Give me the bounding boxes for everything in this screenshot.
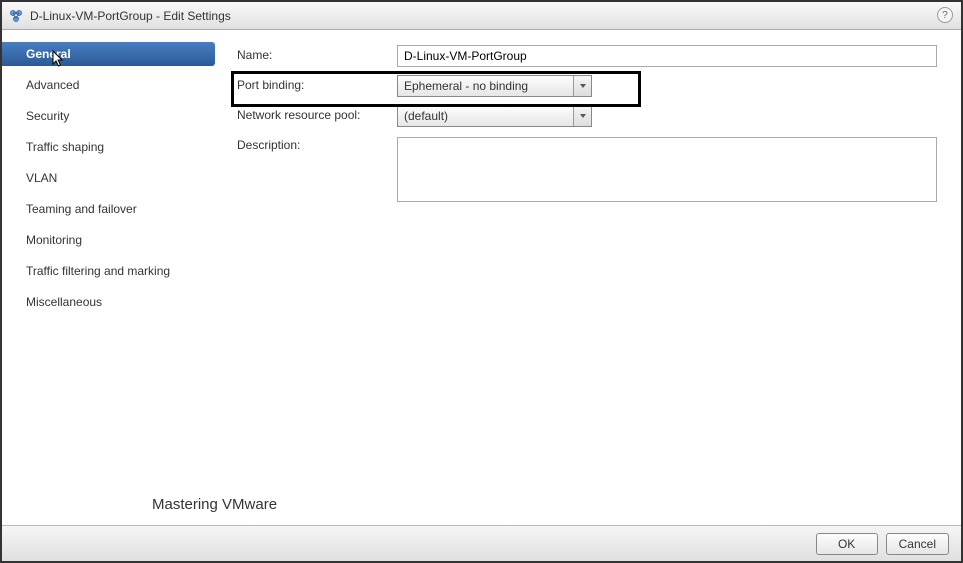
chevron-down-icon <box>573 76 591 96</box>
sidebar-item-vlan[interactable]: VLAN <box>2 166 217 190</box>
sidebar-item-label: Monitoring <box>26 233 82 247</box>
sidebar-item-advanced[interactable]: Advanced <box>2 73 217 97</box>
dialog-title: D-Linux-VM-PortGroup - Edit Settings <box>30 9 231 23</box>
sidebar: General Advanced Security Traffic shapin… <box>2 30 217 525</box>
network-pool-select[interactable]: (default) <box>397 105 592 127</box>
sidebar-item-label: VLAN <box>26 171 57 185</box>
sidebar-item-label: Miscellaneous <box>26 295 102 309</box>
sidebar-item-label: Advanced <box>26 78 79 92</box>
sidebar-item-traffic-filtering[interactable]: Traffic filtering and marking <box>2 259 217 283</box>
row-port-binding: Port binding: Ephemeral - no binding <box>237 75 941 97</box>
sidebar-item-miscellaneous[interactable]: Miscellaneous <box>2 290 217 314</box>
sidebar-item-label: General <box>26 47 71 61</box>
sidebar-item-label: Traffic shaping <box>26 140 104 154</box>
sidebar-item-security[interactable]: Security <box>2 104 217 128</box>
description-textarea[interactable] <box>397 137 937 202</box>
sidebar-item-teaming[interactable]: Teaming and failover <box>2 197 217 221</box>
port-binding-select[interactable]: Ephemeral - no binding <box>397 75 592 97</box>
name-label: Name: <box>237 45 397 62</box>
ok-button[interactable]: OK <box>816 533 878 555</box>
description-label: Description: <box>237 135 397 152</box>
sidebar-item-general[interactable]: General <box>2 42 215 66</box>
sidebar-item-monitoring[interactable]: Monitoring <box>2 228 217 252</box>
row-description: Description: <box>237 135 941 202</box>
sidebar-item-label: Teaming and failover <box>26 202 137 216</box>
port-binding-value: Ephemeral - no binding <box>398 79 573 93</box>
dialog-footer: OK Cancel <box>2 525 961 561</box>
dialog-body: General Advanced Security Traffic shapin… <box>2 30 961 525</box>
sidebar-item-traffic-shaping[interactable]: Traffic shaping <box>2 135 217 159</box>
network-pool-label: Network resource pool: <box>237 105 397 122</box>
watermark: Mastering VMware <box>152 496 277 513</box>
sidebar-item-label: Security <box>26 109 69 123</box>
cancel-button[interactable]: Cancel <box>886 533 949 555</box>
chevron-down-icon <box>573 106 591 126</box>
network-pool-value: (default) <box>398 109 573 123</box>
port-binding-label: Port binding: <box>237 75 397 92</box>
help-icon[interactable]: ? <box>937 7 953 23</box>
row-name: Name: <box>237 45 941 67</box>
row-network-resource-pool: Network resource pool: (default) <box>237 105 941 127</box>
sidebar-item-label: Traffic filtering and marking <box>26 264 170 278</box>
portgroup-icon <box>8 8 24 24</box>
name-input[interactable] <box>397 45 937 67</box>
title-bar: D-Linux-VM-PortGroup - Edit Settings ? <box>2 2 961 30</box>
content-pane: Name: Port binding: Ephemeral - no bindi… <box>217 30 961 525</box>
